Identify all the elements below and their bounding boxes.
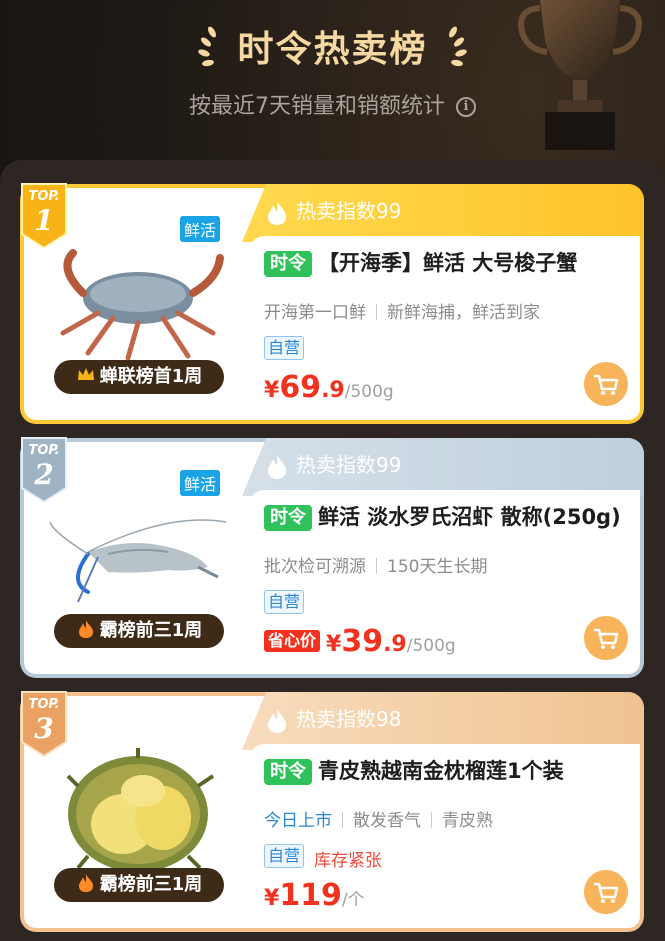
stock-status: 库存紧张	[314, 851, 382, 871]
price-decimal: .9	[383, 632, 407, 657]
rank-pill-text: 蝉联榜首1周	[99, 366, 203, 387]
separator	[342, 812, 343, 828]
top-label: TOP.	[28, 697, 59, 712]
header: 时令热卖榜 按最近7天销量和销额统计 i	[0, 0, 665, 160]
fire-icon	[78, 874, 93, 892]
feature: 开海第一口鲜	[264, 303, 366, 323]
ranking-card-2[interactable]: 热卖指数99 TOP. 2 鲜活 霸榜前三1周 时令 鲜活 淡水罗氏沼虾 散称(2…	[20, 437, 644, 678]
add-to-cart-button[interactable]	[584, 362, 628, 406]
feature-list: 今日上市 散发香气 青皮熟	[264, 806, 493, 831]
price-decimal: .9	[321, 378, 345, 403]
saver-price-tag: 省心价	[264, 630, 321, 652]
separator	[431, 812, 432, 828]
price-unit: /500g	[406, 636, 456, 656]
rank-pill-text: 霸榜前三1周	[99, 620, 203, 641]
heat-index: 热卖指数99	[266, 196, 401, 226]
add-to-cart-button[interactable]	[584, 616, 628, 660]
rank-pill: 蝉联榜首1周	[54, 360, 224, 394]
laurel-left-icon	[198, 26, 217, 67]
laurel-right-icon	[448, 26, 467, 67]
product-name-text: 鲜活 淡水罗氏沼虾 散称(250g)	[318, 505, 621, 529]
page-title: 时令热卖榜	[237, 29, 428, 70]
rank-pill: 霸榜前三1周	[54, 614, 224, 648]
heat-index-text: 热卖指数98	[296, 707, 402, 731]
price: ¥119/个	[264, 878, 365, 913]
feature: 散发香气	[353, 811, 421, 831]
price-integer: 39	[341, 624, 384, 659]
price: 省心价 ¥39.9/500g	[264, 624, 456, 659]
self-operated-tag: 自营	[264, 336, 305, 360]
add-to-cart-button[interactable]	[584, 870, 628, 914]
rank-number: 2	[33, 458, 53, 491]
fire-icon	[78, 620, 93, 638]
flame-icon	[268, 708, 286, 733]
product-name[interactable]: 时令 【开海季】鲜活 大号梭子蟹	[264, 248, 634, 278]
price-integer: 119	[279, 878, 342, 913]
rank-number: 3	[34, 712, 53, 745]
product-image-shrimp[interactable]	[48, 492, 228, 622]
season-tag: 时令	[264, 505, 312, 531]
feature-list: 批次检可溯源 150天生长期	[264, 552, 487, 577]
price-unit: /500g	[344, 382, 394, 402]
info-icon[interactable]: i	[456, 97, 476, 117]
currency-symbol: ¥	[264, 886, 280, 911]
heat-index-text: 热卖指数99	[296, 453, 402, 477]
rank-number: 1	[34, 204, 53, 237]
separator	[376, 304, 377, 320]
heat-index: 热卖指数98	[266, 704, 401, 734]
price-integer: 69	[279, 370, 322, 405]
season-tag: 时令	[264, 759, 312, 785]
top-label: TOP.	[28, 443, 59, 458]
ranking-card-3[interactable]: 热卖指数98 TOP. 3 霸榜前三1周 时令 青皮熟越南金枕榴莲1个装 今日上市…	[20, 691, 644, 932]
feature-highlight: 今日上市	[264, 811, 332, 831]
separator	[376, 558, 377, 574]
subtitle: 按最近7天销量和销额统计 i	[0, 88, 665, 120]
currency-symbol: ¥	[326, 632, 342, 657]
heat-index: 热卖指数99	[266, 450, 401, 480]
feature: 150天生长期	[387, 557, 488, 577]
product-name-text: 青皮熟越南金枕榴莲1个装	[318, 759, 564, 783]
currency-symbol: ¥	[264, 378, 280, 403]
price-unit: /个	[341, 890, 365, 910]
crown-icon	[77, 368, 94, 380]
top-label: TOP.	[28, 189, 59, 204]
rank-pill-text: 霸榜前三1周	[99, 874, 203, 895]
product-image-crab[interactable]	[48, 238, 228, 368]
rank-pill: 霸榜前三1周	[54, 868, 224, 902]
flame-icon	[268, 200, 286, 225]
product-name[interactable]: 时令 鲜活 淡水罗氏沼虾 散称(250g)	[264, 502, 634, 532]
product-name[interactable]: 时令 青皮熟越南金枕榴莲1个装	[264, 756, 634, 786]
flame-icon	[268, 454, 286, 479]
price: ¥69.9/500g	[264, 370, 394, 405]
season-tag: 时令	[264, 251, 312, 277]
feature: 新鲜海捕，鲜活到家	[387, 303, 540, 323]
ranking-card-1[interactable]: 热卖指数99 TOP. 1 鲜活 蝉联榜首1周 时令 【开海季】鲜活 大号梭子蟹 …	[20, 183, 644, 424]
feature: 批次检可溯源	[264, 557, 366, 577]
product-image-durian[interactable]	[48, 746, 228, 876]
feature-list: 开海第一口鲜 新鲜海捕，鲜活到家	[264, 298, 540, 323]
self-operated-tag: 自营	[264, 844, 305, 868]
self-operated-tag: 自营	[264, 590, 305, 614]
subtitle-text: 按最近7天销量和销额统计	[189, 94, 445, 119]
product-name-text: 【开海季】鲜活 大号梭子蟹	[318, 251, 578, 275]
heat-index-text: 热卖指数99	[296, 199, 402, 223]
feature: 青皮熟	[442, 811, 493, 831]
